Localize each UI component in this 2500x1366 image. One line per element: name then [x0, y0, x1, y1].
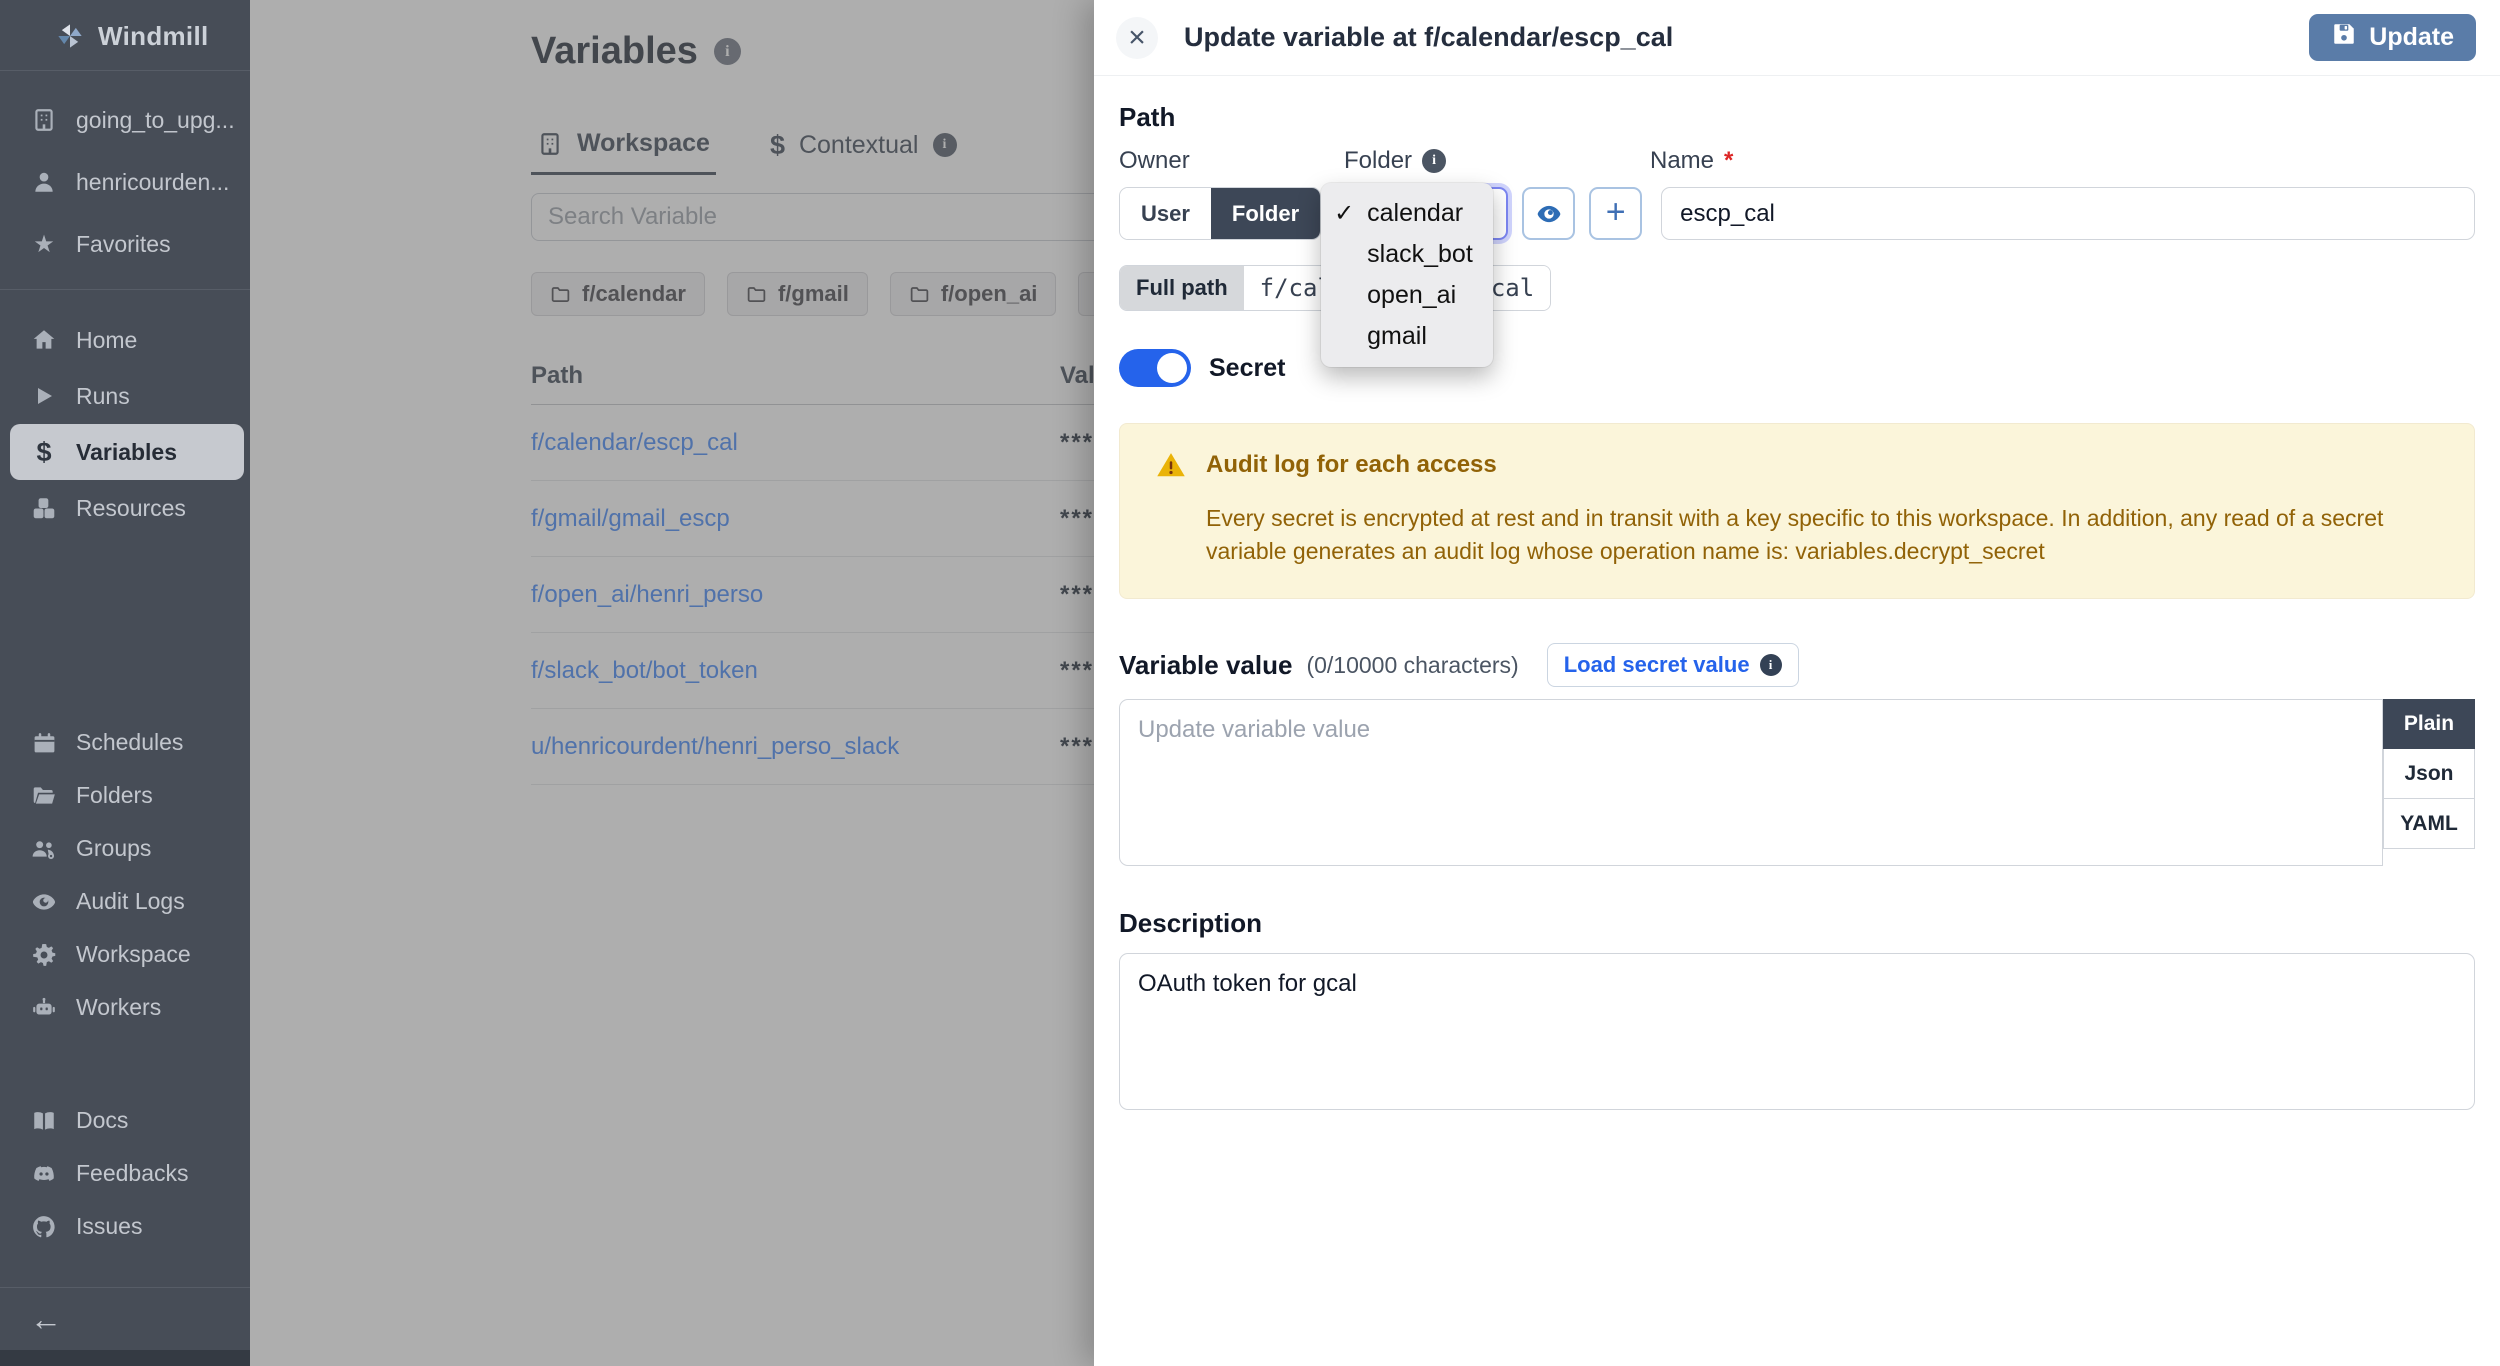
sidebar-item-audit-logs[interactable]: Audit Logs	[0, 875, 250, 928]
new-folder-button[interactable]: +	[1589, 187, 1642, 240]
drawer-title: Update variable at f/calendar/escp_cal	[1184, 22, 1673, 53]
sidebar-nav-group: Home Runs $ Variables Resources	[0, 290, 250, 536]
sidebar-item-folders[interactable]: Folders	[0, 769, 250, 822]
close-icon: ×	[1128, 23, 1146, 53]
sidebar-item-runs[interactable]: Runs	[0, 368, 250, 424]
eye-icon	[30, 888, 58, 916]
path-section-heading: Path	[1119, 102, 2475, 133]
audit-log-notice: Audit log for each access Every secret i…	[1119, 423, 2475, 599]
folder-info-icon[interactable]: i	[1422, 149, 1446, 173]
drawer-header: × Update variable at f/calendar/escp_cal…	[1094, 0, 2500, 76]
required-asterisk: *	[1724, 147, 1733, 175]
sidebar-item-groups[interactable]: Groups	[0, 822, 250, 875]
groups-icon	[30, 835, 58, 863]
format-tab-plain[interactable]: Plain	[2383, 699, 2475, 749]
description-heading: Description	[1119, 908, 2475, 939]
app-name: Windmill	[98, 21, 209, 52]
close-drawer-button[interactable]: ×	[1116, 17, 1158, 59]
robot-icon	[30, 994, 58, 1022]
windmill-logo[interactable]: Windmill	[0, 0, 250, 70]
variable-value-textarea[interactable]	[1119, 699, 2383, 866]
dropdown-option-slack-bot[interactable]: slack_bot	[1321, 234, 1493, 275]
github-icon	[30, 1213, 58, 1241]
sidebar-footer: ←	[0, 1287, 250, 1366]
audit-notice-title: Audit log for each access	[1206, 451, 1497, 479]
folder-label: Folder i	[1344, 147, 1650, 175]
path-controls-row: User Folder ✓ calendar slack_bot	[1119, 187, 2475, 240]
owner-label: Owner	[1119, 147, 1344, 175]
description-textarea[interactable]: OAuth token for gcal	[1119, 953, 2475, 1110]
user-icon	[30, 168, 58, 196]
update-variable-drawer: × Update variable at f/calendar/escp_cal…	[1094, 0, 2500, 1366]
load-secret-info-icon: i	[1760, 654, 1782, 676]
sidebar-item-variables[interactable]: $ Variables	[10, 424, 244, 480]
audit-notice-body: Every secret is encrypted at rest and in…	[1206, 502, 2440, 568]
collapse-sidebar-button[interactable]: ←	[0, 1288, 250, 1350]
windmill-pinwheel-icon	[56, 22, 84, 50]
sidebar-context-group: going_to_upg... henricourden... ★ Favori…	[0, 71, 250, 275]
path-labels-row: Owner Folder i Name *	[1119, 147, 2475, 175]
building-icon	[30, 106, 58, 134]
sidebar: Windmill going_to_upg...	[0, 0, 250, 1366]
secret-label: Secret	[1209, 354, 1285, 383]
sidebar-item-resources[interactable]: Resources	[0, 480, 250, 536]
owner-user-button[interactable]: User	[1120, 188, 1211, 239]
sidebar-links-group: Docs Feedbacks Issues	[0, 1094, 250, 1253]
format-tab-json[interactable]: Json	[2383, 749, 2475, 799]
sidebar-item-issues[interactable]: Issues	[0, 1200, 250, 1253]
folder-dropdown-menu: ✓ calendar slack_bot open_ai gmail	[1321, 183, 1493, 367]
discord-icon	[30, 1160, 58, 1188]
sidebar-item-workspace-switcher[interactable]: going_to_upg...	[0, 89, 250, 151]
format-tabs: Plain Json YAML	[2383, 699, 2475, 849]
home-icon	[30, 326, 58, 354]
name-label: Name *	[1650, 147, 1733, 175]
eye-icon	[1535, 200, 1563, 228]
cubes-icon	[30, 494, 58, 522]
secret-toggle[interactable]	[1119, 349, 1191, 387]
dropdown-option-calendar[interactable]: ✓ calendar	[1321, 193, 1493, 234]
folder-select-wrap: ✓ calendar slack_bot open_ai gmail	[1334, 187, 1508, 240]
check-icon: ✓	[1334, 199, 1354, 228]
sidebar-item-docs[interactable]: Docs	[0, 1094, 250, 1147]
calendar-icon	[30, 729, 58, 757]
load-secret-value-button[interactable]: Load secret value i	[1547, 643, 1799, 687]
sidebar-item-favorites[interactable]: ★ Favorites	[0, 213, 250, 275]
update-button[interactable]: Update	[2309, 14, 2476, 61]
workspace-name: going_to_upg...	[76, 107, 235, 134]
dropdown-option-gmail[interactable]: gmail	[1321, 316, 1493, 357]
character-counter: (0/10000 characters)	[1306, 652, 1518, 679]
view-folder-button[interactable]	[1522, 187, 1575, 240]
gear-icon	[30, 941, 58, 969]
warning-icon	[1156, 450, 1186, 480]
app-window: Windmill going_to_upg...	[0, 0, 2500, 1366]
book-icon	[30, 1107, 58, 1135]
sidebar-item-workers[interactable]: Workers	[0, 981, 250, 1034]
owner-folder-button[interactable]: Folder	[1211, 188, 1320, 239]
star-icon: ★	[30, 230, 58, 258]
owner-kind-toggle: User Folder	[1119, 187, 1321, 240]
variable-name-input[interactable]	[1661, 187, 2475, 240]
sidebar-item-schedules[interactable]: Schedules	[0, 716, 250, 769]
sidebar-item-home[interactable]: Home	[0, 312, 250, 368]
dollar-icon: $	[30, 438, 58, 466]
user-name: henricourden...	[76, 169, 229, 196]
plus-icon: +	[1606, 195, 1626, 229]
format-tab-yaml[interactable]: YAML	[2383, 799, 2475, 849]
folder-open-icon	[30, 782, 58, 810]
sidebar-item-feedbacks[interactable]: Feedbacks	[0, 1147, 250, 1200]
save-icon	[2331, 21, 2357, 54]
full-path-label: Full path	[1120, 266, 1244, 310]
sidebar-item-user[interactable]: henricourden...	[0, 151, 250, 213]
dropdown-option-open-ai[interactable]: open_ai	[1321, 275, 1493, 316]
variable-value-editor: Plain Json YAML	[1119, 699, 2475, 866]
variable-value-heading: Variable value	[1119, 650, 1292, 681]
sidebar-item-workspace-settings[interactable]: Workspace	[0, 928, 250, 981]
toggle-knob	[1157, 353, 1187, 383]
sidebar-admin-group: Schedules Folders Groups	[0, 716, 250, 1034]
play-icon	[30, 382, 58, 410]
sidebar-bottom-strip	[0, 1350, 250, 1366]
variable-value-header: Variable value (0/10000 characters) Load…	[1119, 643, 2475, 687]
arrow-left-icon: ←	[30, 1301, 62, 1338]
